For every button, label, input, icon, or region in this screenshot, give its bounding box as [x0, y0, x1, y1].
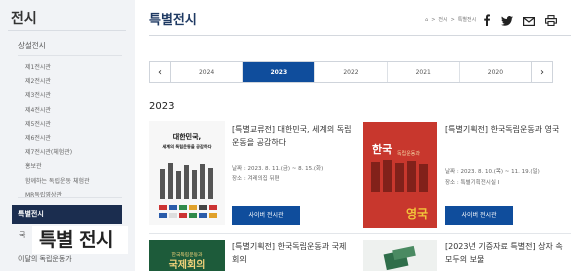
- breadcrumb-item-current: 특별전시: [457, 17, 477, 23]
- facebook-icon[interactable]: [483, 11, 491, 30]
- print-icon[interactable]: [545, 11, 557, 30]
- sidebar-item-hall-2[interactable]: 제2전시관: [25, 75, 90, 89]
- sidebar-item-independence-activist[interactable]: 이달의 독립운동가: [18, 254, 72, 264]
- sidebar-item-permanent-exhibition[interactable]: 상설전시: [18, 40, 46, 51]
- exhibition-title[interactable]: [특별교류전] 대한민국, 세계의 독립운동을 공감하다: [232, 123, 352, 149]
- poster-title-bottom: 영국: [406, 206, 428, 221]
- exhibition-title[interactable]: [특별기획전] 한국독립운동과 국제회의: [232, 240, 348, 266]
- poster-title: 한국: [372, 142, 392, 156]
- sidebar-item-hall-3[interactable]: 제3전시관: [25, 89, 90, 103]
- exhibition-date: 날짜 : 2023. 8. 10.(목) ~ 11. 19.(일): [445, 169, 540, 175]
- title-divider: [149, 35, 571, 36]
- overlay-caption: 특별 전시: [32, 226, 128, 254]
- sidebar-item-hall-6[interactable]: 제6전시관: [25, 132, 90, 146]
- year-tabs: 2024 2023 2022 2021 2020: [171, 62, 531, 82]
- poster-subtitle: 독립운동과: [397, 150, 420, 157]
- exhibition-poster[interactable]: 한국독립운동과 국제회의: [149, 240, 225, 271]
- exhibition-title[interactable]: [특별기획전] 한국독립운동과 영국: [445, 123, 569, 136]
- sidebar-item-hall-5[interactable]: 제5전시관: [25, 118, 90, 132]
- sidebar-divider: [18, 55, 122, 56]
- year-tab-2020[interactable]: 2020: [460, 62, 531, 82]
- sidebar-item-next[interactable]: 국: [19, 230, 25, 240]
- sidebar-item-hall-4[interactable]: 제4전시관: [25, 104, 90, 118]
- mail-icon[interactable]: [523, 11, 536, 30]
- exhibition-poster[interactable]: [363, 240, 437, 271]
- sidebar-divider: [18, 197, 122, 198]
- sidebar-title: 전시: [11, 11, 37, 27]
- sidebar-submenu: 제1전시관 제2전시관 제3전시관 제4전시관 제5전시관 제6전시관 제7전시…: [25, 61, 90, 203]
- year-tab-2024[interactable]: 2024: [171, 62, 244, 82]
- sidebar-item-special-exhibition[interactable]: 특별전시: [12, 205, 122, 224]
- year-heading: 2023: [149, 101, 175, 112]
- sidebar-item-experience-hall[interactable]: 함께하는 독립운동 체험관: [25, 175, 90, 189]
- sidebar-item-hall-1[interactable]: 제1전시관: [25, 61, 90, 75]
- cyber-exhibition-button[interactable]: 사이버 전시관: [232, 206, 300, 225]
- card-divider: [149, 233, 571, 234]
- breadcrumb: ⌂ > 전시 > 특별전시: [425, 16, 477, 24]
- poster-subtitle: 세계의 독립운동을 공감하다: [162, 143, 211, 150]
- breadcrumb-item[interactable]: 전시: [438, 16, 447, 23]
- share-icons: [483, 11, 557, 30]
- page-title: 특별전시: [149, 13, 197, 28]
- exhibition-title[interactable]: [2023년 기증자료 특별전] 상자 속 모두의 보물: [445, 240, 571, 266]
- breadcrumb-separator: >: [431, 16, 436, 23]
- year-tab-2021[interactable]: 2021: [388, 62, 460, 82]
- exhibition-poster[interactable]: 대한민국, 세계의 독립운동을 공감하다: [149, 121, 225, 225]
- year-tab-2022[interactable]: 2022: [315, 62, 388, 82]
- prev-year-button[interactable]: ‹: [150, 62, 171, 82]
- exhibition-poster[interactable]: 한국 독립운동과 영국: [363, 122, 437, 228]
- poster-title: 국제회의: [169, 258, 206, 271]
- year-tab-2023[interactable]: 2023: [243, 62, 316, 82]
- main-content: 특별전시 ⌂ > 전시 > 특별전시 ‹ 2024 2023 2022 2021…: [135, 0, 582, 271]
- poster-subtitle: 한국독립운동과: [172, 251, 203, 258]
- poster-title: 대한민국,: [173, 132, 201, 141]
- home-icon[interactable]: ⌂: [425, 17, 428, 23]
- exhibition-place: 장소 : 특별기획전시실 Ⅰ: [445, 180, 500, 186]
- sidebar-divider: [8, 30, 126, 31]
- sidebar-item-mr-theater[interactable]: MR독립영상관: [25, 189, 90, 203]
- cyber-exhibition-button[interactable]: 사이버 전시관: [445, 206, 513, 225]
- twitter-icon[interactable]: [501, 11, 513, 30]
- next-year-button[interactable]: ›: [531, 62, 552, 82]
- sidebar-item-hall-7[interactable]: 제7전시관(체험관): [25, 146, 90, 160]
- exhibition-date: 날짜 : 2023. 8. 11.(금) ~ 8. 15.(화): [232, 166, 324, 172]
- sidebar-item-promotion-hall[interactable]: 홍보관: [25, 160, 90, 174]
- exhibition-place: 장소 : 겨레의집 뒤편: [232, 176, 280, 182]
- breadcrumb-separator: >: [450, 16, 455, 23]
- year-navigation: ‹ 2024 2023 2022 2021 2020 ›: [149, 61, 553, 83]
